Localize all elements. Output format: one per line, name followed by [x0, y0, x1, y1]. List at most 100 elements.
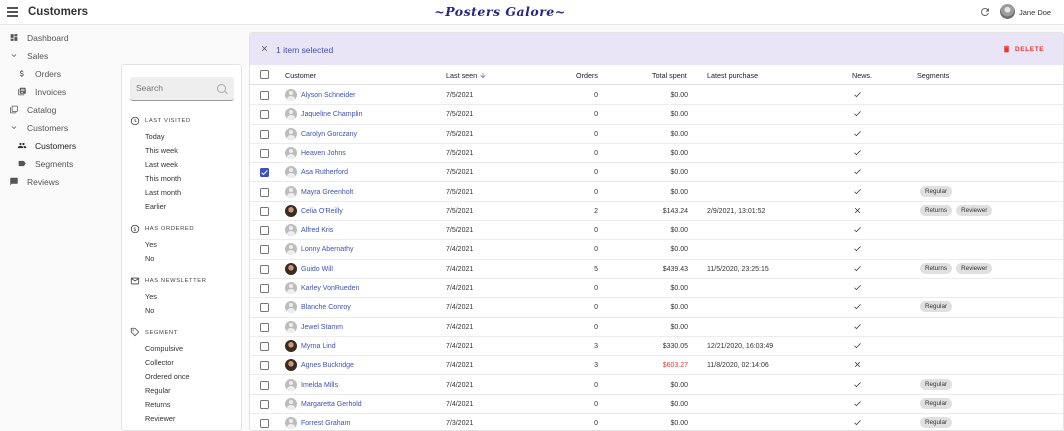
nav-item-orders[interactable]: Orders [0, 65, 118, 81]
nav-item-customers[interactable]: Customers [0, 137, 118, 153]
table-row[interactable]: Imelda Mills 7/4/2021 0 $0.00 Regular [250, 376, 1063, 395]
table-row[interactable]: Forrest Graham 7/3/2021 0 $0.00 Regular [250, 414, 1063, 430]
row-checkbox[interactable] [260, 380, 269, 390]
nav-item-segments[interactable]: Segments [0, 155, 118, 171]
row-checkbox[interactable] [260, 322, 269, 332]
row-checkbox[interactable] [260, 284, 269, 293]
table-row[interactable]: Blanche Conroy 7/4/2021 0 $0.00 Regular [250, 298, 1063, 318]
nav-item-reviews[interactable]: Reviews [0, 173, 118, 189]
filter-option-ordered-no[interactable]: No [145, 254, 154, 263]
table-row[interactable]: Alyson Schneider 7/5/2021 0 $0.00 [250, 86, 1063, 106]
row-checkbox[interactable] [260, 168, 269, 178]
table-row[interactable]: Guido Will 7/4/2021 5 $439.43 11/5/2020, 23:… [250, 260, 1063, 279]
filter-option-this-month[interactable]: This month [145, 174, 181, 183]
customer-name-link[interactable]: Jaqueline Champlin [301, 111, 362, 118]
filter-option-reviewer[interactable]: Reviewer [145, 414, 175, 423]
table-row[interactable]: Myrna Lind 7/4/2021 3 $330.05 12/21/2020, 16… [250, 337, 1063, 357]
row-checkbox[interactable] [260, 245, 269, 255]
column-header-customer[interactable]: Customer [285, 71, 316, 80]
row-checkbox[interactable] [260, 399, 269, 409]
filter-option-ordered-once[interactable]: Ordered once [145, 372, 190, 381]
filter-option-last-month[interactable]: Last month [145, 188, 181, 197]
brand-logo: ~Posters Galore~ [434, 4, 566, 19]
table-row[interactable]: Celia O'Reilly 7/5/2021 2 $143.24 2/9/2021, … [250, 202, 1063, 222]
nav-item-dashboard[interactable]: Dashboard [0, 29, 118, 45]
row-checkbox[interactable] [260, 264, 269, 274]
row-checkbox[interactable] [260, 110, 269, 120]
filter-option-newsletter-no[interactable]: No [145, 306, 154, 315]
filter-option-regular[interactable]: Regular [145, 386, 171, 395]
customer-name-link[interactable]: Myrna Lind [301, 343, 336, 350]
nav-item-invoices[interactable]: Invoices [0, 83, 118, 99]
customer-name-link[interactable]: Alfred Kris [301, 227, 333, 234]
segment-chip: Regular [920, 397, 953, 409]
customer-name-link[interactable]: Agnes Buckridge [301, 362, 354, 369]
total-spent-value: $0.00 [670, 130, 688, 138]
customer-name-link[interactable]: Celia O'Reilly [301, 208, 343, 215]
column-header-newsletter[interactable]: News. [852, 71, 872, 80]
filter-option-returns[interactable]: Returns [145, 400, 171, 409]
customer-name-link[interactable]: Mayra Greenholt [301, 189, 353, 196]
last-seen-value: 7/4/2021 [446, 323, 474, 331]
customer-name-link[interactable]: Margaretta Gerhold [301, 401, 362, 408]
table-row[interactable]: Alfred Kris 7/5/2021 0 $0.00 [250, 221, 1063, 241]
column-header-last-seen[interactable]: Last seen [446, 71, 477, 80]
row-checkbox[interactable] [260, 226, 269, 236]
table-row[interactable]: Jewel Stamm 7/4/2021 0 $0.00 [250, 318, 1063, 337]
user-avatar[interactable] [1000, 4, 1015, 19]
customer-name-link[interactable]: Lonny Abernathy [301, 246, 354, 253]
row-checkbox[interactable] [260, 187, 269, 197]
table-row[interactable]: Lonny Abernathy 7/4/2021 0 $0.00 [250, 240, 1063, 260]
table-row[interactable]: Karley VonRueden 7/4/2021 0 $0.00 [250, 279, 1063, 299]
customer-name-link[interactable]: Blanche Conroy [301, 304, 351, 311]
customer-name-link[interactable]: Alyson Schneider [301, 92, 355, 99]
table-row[interactable]: Agnes Buckridge 7/4/2021 3 $603.27 11/8/2020… [250, 356, 1063, 376]
table-row[interactable]: Mayra Greenholt 7/5/2021 0 $0.00 Regular [250, 183, 1063, 202]
column-header-orders[interactable]: Orders [576, 71, 598, 80]
nav-item-sales[interactable]: Sales [0, 47, 118, 63]
row-checkbox[interactable] [260, 419, 269, 429]
filter-option-earlier[interactable]: Earlier [145, 202, 166, 211]
delete-button[interactable]: DELETE [1002, 43, 1048, 56]
customer-name-link[interactable]: Carolyn Gorczany [301, 131, 357, 138]
row-checkbox[interactable] [260, 206, 269, 216]
filter-option-newsletter-yes[interactable]: Yes [145, 292, 157, 301]
column-header-latest-purchase[interactable]: Latest purchase [707, 71, 758, 80]
close-icon[interactable] [260, 44, 269, 53]
table-row[interactable]: Margaretta Gerhold 7/4/2021 0 $0.00 Regular [250, 395, 1063, 415]
filter-option-this-week[interactable]: This week [145, 146, 178, 155]
filter-option-collector[interactable]: Collector [145, 358, 174, 367]
nav-item-customers-group[interactable]: Customers [0, 119, 118, 135]
row-checkbox[interactable] [260, 361, 269, 371]
customer-name-link[interactable]: Karley VonRueden [301, 285, 359, 292]
customer-name-link[interactable]: Guido Will [301, 266, 333, 273]
nav-item-catalog[interactable]: Catalog [0, 101, 118, 117]
search-input[interactable] [136, 83, 212, 93]
row-checkbox[interactable] [260, 341, 269, 351]
sort-down-arrow-icon[interactable] [479, 71, 487, 80]
check-icon [854, 381, 861, 387]
customer-name-link[interactable]: Imelda Mills [301, 382, 338, 389]
filter-option-ordered-yes[interactable]: Yes [145, 240, 157, 249]
app-bar: Customers ~Posters Galore~ Jane Doe [0, 0, 1064, 25]
refresh-icon[interactable] [979, 6, 991, 18]
filter-option-today[interactable]: Today [145, 132, 164, 141]
table-row[interactable]: Asa Rutherford 7/5/2021 0 $0.00 [250, 163, 1063, 183]
filter-option-last-week[interactable]: Last week [145, 160, 178, 169]
table-row[interactable]: Carolyn Gorczany 7/5/2021 0 $0.00 [250, 125, 1063, 144]
customer-name-link[interactable]: Asa Rutherford [301, 169, 348, 176]
row-checkbox[interactable] [260, 129, 269, 139]
row-checkbox[interactable] [260, 91, 269, 100]
search-box[interactable] [130, 77, 234, 101]
column-header-total-spent[interactable]: Total spent [652, 71, 687, 80]
table-row[interactable]: Jaqueline Champlin 7/5/2021 0 $0.00 [250, 105, 1063, 125]
customer-name-link[interactable]: Forrest Graham [301, 420, 350, 427]
row-checkbox[interactable] [260, 303, 269, 313]
row-checkbox[interactable] [260, 148, 269, 158]
customer-name-link[interactable]: Heaven Johns [301, 150, 346, 157]
table-row[interactable]: Heaven Johns 7/5/2021 0 $0.00 [250, 144, 1063, 164]
customer-name-link[interactable]: Jewel Stamm [301, 324, 343, 331]
select-all-checkbox[interactable] [260, 70, 269, 79]
filter-option-compulsive[interactable]: Compulsive [145, 344, 183, 353]
user-name[interactable]: Jane Doe [1019, 8, 1051, 17]
